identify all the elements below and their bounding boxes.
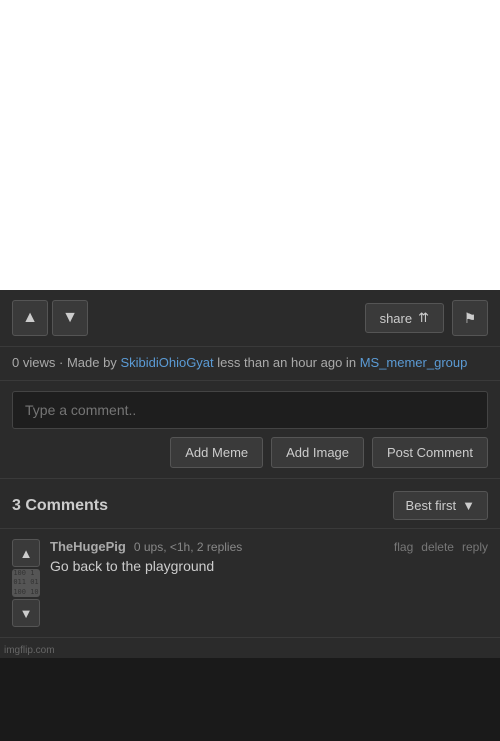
sort-label: Best first <box>406 498 457 513</box>
share-label: share <box>380 311 413 326</box>
post-comment-button[interactable]: Post Comment <box>372 437 488 468</box>
post-author[interactable]: SkibidiOhioGyat <box>120 355 213 370</box>
post-actions-bar: ▲ ▼ share ⇈ ⚑ <box>0 290 500 347</box>
flag-button[interactable]: ⚑ <box>452 300 488 336</box>
views-count: 0 views <box>12 355 55 370</box>
delete-comment-link[interactable]: delete <box>421 540 454 554</box>
group-link[interactable]: MS_memer_group <box>360 355 468 370</box>
sort-arrow-icon: ▼ <box>462 498 475 513</box>
add-image-button[interactable]: Add Image <box>271 437 364 468</box>
post-meta: 0 views · Made by SkibidiOhioGyat less t… <box>0 347 500 381</box>
upvote-button[interactable]: ▲ <box>12 300 48 336</box>
share-icon: ⇈ <box>418 310 429 326</box>
comment-stats: 0 ups, <1h, 2 replies <box>134 540 242 554</box>
comment-downvote-button[interactable]: ▼ <box>12 599 40 627</box>
comments-header: 3 Comments Best first ▼ <box>0 479 500 529</box>
vote-buttons: ▲ ▼ <box>12 300 88 336</box>
flag-comment-link[interactable]: flag <box>394 540 413 554</box>
comments-area: ▲ 100 1 011 01 100 10 ▼ TheHugePig 0 ups… <box>0 529 500 658</box>
comment-upvote-button[interactable]: ▲ <box>12 539 40 567</box>
comment-username: TheHugePig <box>50 539 126 554</box>
comment-row: ▲ 100 1 011 01 100 10 ▼ TheHugePig 0 ups… <box>0 529 500 638</box>
comment-text: Go back to the playground <box>50 558 488 574</box>
image-area <box>0 0 500 290</box>
share-button[interactable]: share ⇈ <box>365 303 444 333</box>
time-text: less than an hour ago in <box>217 355 356 370</box>
comment-vote-col: ▲ 100 1 011 01 100 10 ▼ <box>12 539 40 627</box>
comment-input[interactable] <box>12 391 488 429</box>
comments-count: 3 Comments <box>12 497 108 515</box>
made-by-label: Made by <box>67 355 117 370</box>
imgflip-credit: imgflip.com <box>4 645 55 656</box>
add-meme-button[interactable]: Add Meme <box>170 437 263 468</box>
sort-button[interactable]: Best first ▼ <box>393 491 488 520</box>
comment-buttons: Add Meme Add Image Post Comment <box>12 437 488 468</box>
right-buttons: share ⇈ ⚑ <box>365 300 488 336</box>
downvote-button[interactable]: ▼ <box>52 300 88 336</box>
comment-meta-line: TheHugePig 0 ups, <1h, 2 replies flag de… <box>50 539 488 554</box>
avatar: 100 1 011 01 100 10 <box>12 569 40 597</box>
comment-content: TheHugePig 0 ups, <1h, 2 replies flag de… <box>50 539 488 574</box>
comment-input-area: Add Meme Add Image Post Comment <box>0 381 500 479</box>
dot-separator: · <box>59 355 67 370</box>
reply-comment-link[interactable]: reply <box>462 540 488 554</box>
